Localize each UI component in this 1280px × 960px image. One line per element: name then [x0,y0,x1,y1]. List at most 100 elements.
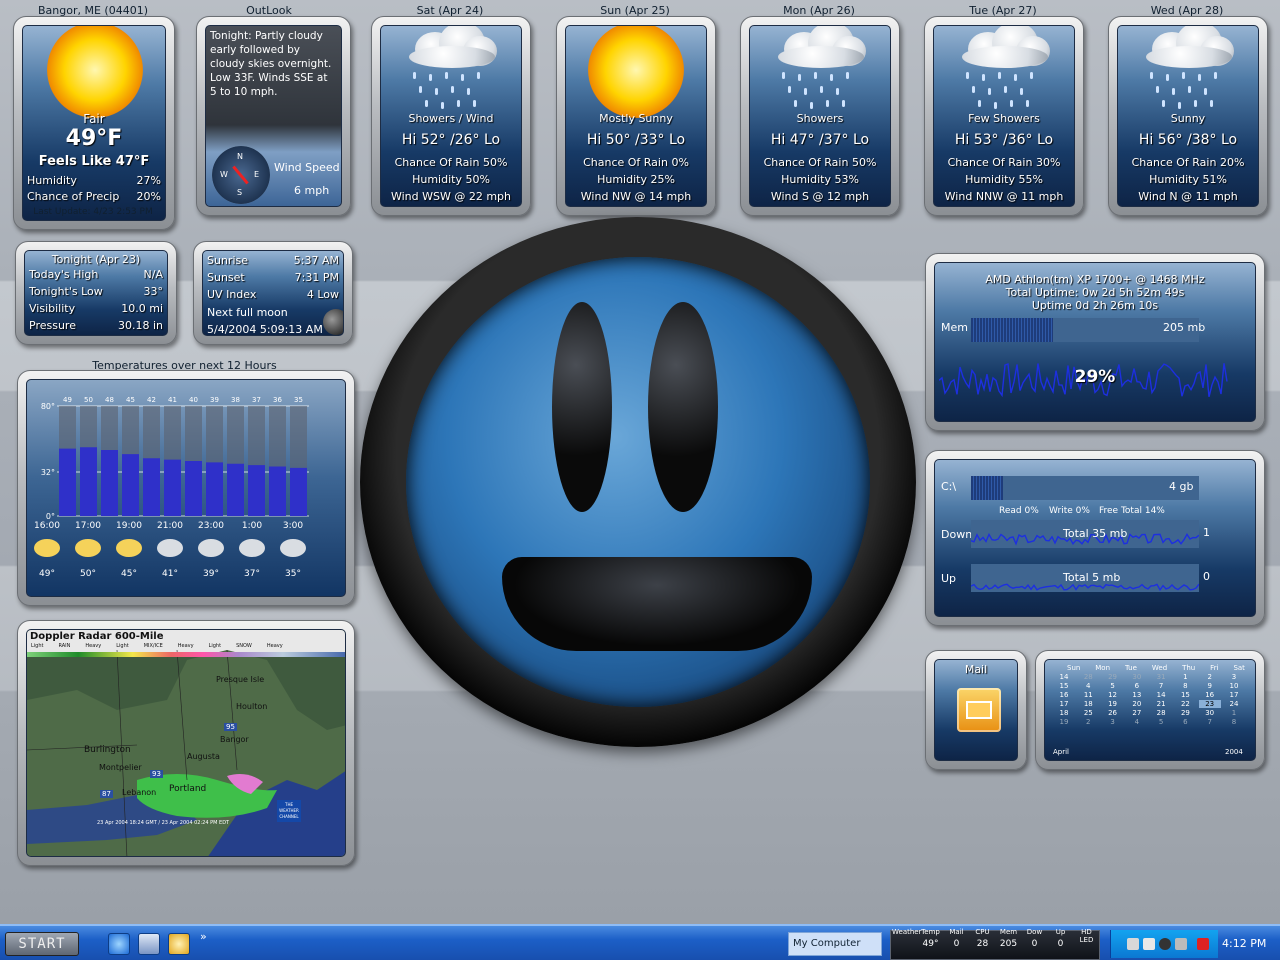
mail-widget[interactable]: Mail [925,650,1027,770]
cal-cell[interactable]: 25 [1077,709,1099,717]
cal-cell[interactable]: 23 [1198,700,1221,708]
cal-cell[interactable]: 30 [1199,709,1221,717]
radar-widget[interactable]: Doppler Radar 600-Mile Light RAIN Heavy … [17,620,355,866]
cal-cell[interactable]: 12 [1102,691,1124,699]
temps-icon-temp: 41° [162,569,178,579]
printer-icon[interactable] [1143,938,1155,950]
start-button[interactable]: START [5,932,79,956]
outlook-widget[interactable]: Tonight: Partly cloudy early followed by… [196,16,351,216]
ie-icon[interactable] [108,933,130,955]
tray-weather[interactable]: Weather [892,928,921,958]
cal-cell[interactable]: 24 [1223,700,1245,708]
up-label: Up [941,572,957,585]
clock-app-icon[interactable] [168,933,190,955]
drive-label: C:\ [941,480,957,493]
tray-mem[interactable]: Mem 205 [996,928,1021,958]
legend-5: Heavy [177,643,194,649]
sun-moon-widget[interactable]: Sunrise 5:37 AM Sunset 7:31 PM UV Index 4 L… [193,241,353,345]
moon-date: 5/4/2004 5:09:13 AM [207,323,323,336]
mycomputer-button[interactable]: My Computer [788,932,882,956]
cal-cell[interactable]: 19 [1102,700,1124,708]
rain-cloud-icon [774,26,866,68]
cal-cell[interactable]: 18 [1053,709,1075,717]
cal-cell[interactable]: 3 [1223,673,1245,681]
cal-cell[interactable]: 4 [1077,682,1099,690]
clock[interactable]: 4:12 PM [1222,937,1266,950]
precip-value: 20% [136,190,161,203]
sun-cloud-icon [75,539,101,557]
cal-cell[interactable]: 14 [1053,673,1075,681]
cloud-icon [198,539,224,557]
cal-cell[interactable]: 6 [1126,682,1148,690]
tray-up[interactable]: Up 0 [1048,928,1073,958]
tray-hd-led[interactable]: HD LED [1074,928,1099,958]
tonight-widget[interactable]: Tonight (Apr 23) Today's High N/A Tonight… [15,241,177,345]
cal-cell[interactable]: 16 [1199,691,1221,699]
cal-cell[interactable]: 27 [1126,709,1148,717]
tray-mail[interactable]: Mail 0 [944,928,969,958]
cal-cell[interactable]: 7 [1199,718,1221,726]
cal-cell[interactable]: 22 [1174,700,1196,708]
forecast-hilo-4: Hi 56° /38° Lo [1138,132,1238,148]
cal-cell[interactable]: 30 [1126,673,1148,681]
cal-cell[interactable]: 13 [1126,691,1148,699]
forecast-widget-0[interactable]: Showers / Wind Hi 52° /26° Lo Chance Of Ra… [371,16,531,216]
cal-cell[interactable]: 5 [1150,718,1172,726]
cal-cell[interactable]: 28 [1150,709,1172,717]
explorer-icon[interactable] [138,933,160,955]
tray-label: Mail [949,928,964,936]
sunset-value: 7:31 PM [294,271,339,284]
cal-cell[interactable]: 4 [1126,718,1148,726]
cal-cell[interactable]: 1 [1174,673,1196,681]
cal-cell[interactable]: 3 [1102,718,1124,726]
cal-cell[interactable]: 28 [1077,673,1099,681]
cal-cell[interactable]: 31 [1150,673,1172,681]
cal-cell[interactable]: 18 [1077,700,1099,708]
cal-cell[interactable]: 16 [1053,691,1075,699]
forecast-widget-3[interactable]: Few Showers Hi 53° /36° Lo Chance Of Rain … [924,16,1084,216]
forecast-widget-4[interactable]: Sunny Hi 56° /38° Lo Chance Of Rain 20% Hum… [1108,16,1268,216]
forecast-widget-1[interactable]: Mostly Sunny Hi 50° /33° Lo Chance Of Rain… [556,16,716,216]
quicklaunch-chevron-icon[interactable]: » [200,930,207,943]
cal-cell[interactable]: 26 [1102,709,1124,717]
forecast-rain-3: Chance Of Rain 30% [947,156,1061,169]
antivirus-icon[interactable] [1197,938,1209,950]
cal-cell[interactable]: 15 [1174,691,1196,699]
cal-cell[interactable]: 11 [1077,691,1099,699]
sun-icon [588,26,684,118]
cal-cell[interactable]: 17 [1223,691,1245,699]
cal-cell[interactable]: 21 [1150,700,1172,708]
tray-dow[interactable]: Dow 0 [1022,928,1047,958]
calendar-widget[interactable]: Sun Mon Tue Wed Thu Fri Sat 14 28 29 30 31 1 2 3 15 4 5 6 7… [1035,650,1265,770]
cal-cell[interactable]: 15 [1053,682,1075,690]
cal-cell[interactable]: 8 [1174,682,1196,690]
cal-cell[interactable]: 7 [1150,682,1172,690]
disk-network-widget[interactable]: C:\ 4 gb Read 0% Write 0% Free Total 14%… [925,450,1265,626]
precip-label: Chance of Precip [27,190,120,203]
cal-cell[interactable]: 14 [1150,691,1172,699]
cal-cell[interactable]: 1 [1223,709,1245,717]
cal-cell[interactable]: 8 [1223,718,1245,726]
temps-widget[interactable]: 80° 32° 0° 49 50 48 45 42 41 40 39 38 37 36 35 16:00 49°… [17,370,355,606]
cal-cell[interactable]: 17 [1053,700,1075,708]
cal-cell[interactable]: 6 [1174,718,1196,726]
tray-cpu[interactable]: CPU 28 [970,928,995,958]
tray-temp[interactable]: Temp 49° [918,928,943,958]
forecast-widget-2[interactable]: Showers Hi 47° /37° Lo Chance Of Rain 50% H… [740,16,900,216]
volume-icon[interactable] [1175,938,1187,950]
current-weather-widget[interactable]: Fair 49°F Feels Like 47°F Humidity 27% C… [13,16,175,230]
cal-cell[interactable]: 19 [1053,718,1075,726]
cal-cell[interactable]: 29 [1174,709,1196,717]
cal-cell[interactable]: 29 [1102,673,1124,681]
cal-cell[interactable]: 2 [1077,718,1099,726]
cal-cell[interactable]: 2 [1199,673,1221,681]
cal-cell[interactable]: 20 [1126,700,1148,708]
system-monitor-widget[interactable]: AMD Athlon(tm) XP 1700+ @ 1468 MHz Total… [925,253,1265,431]
cal-cell[interactable]: 9 [1199,682,1221,690]
cal-cell[interactable]: 10 [1223,682,1245,690]
mail-icon[interactable] [957,688,1001,732]
tray-value: 49° [922,939,939,949]
steam-icon[interactable] [1159,938,1171,950]
network-icon[interactable] [1127,938,1139,950]
cal-cell[interactable]: 5 [1102,682,1124,690]
